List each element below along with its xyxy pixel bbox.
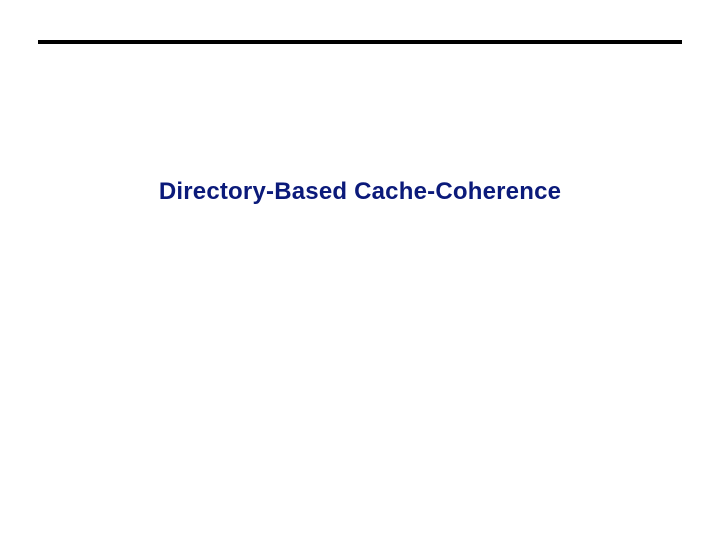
slide-title: Directory-Based Cache-Coherence (0, 178, 720, 206)
slide-container: Directory-Based Cache-Coherence (0, 0, 720, 540)
top-divider (38, 40, 682, 44)
